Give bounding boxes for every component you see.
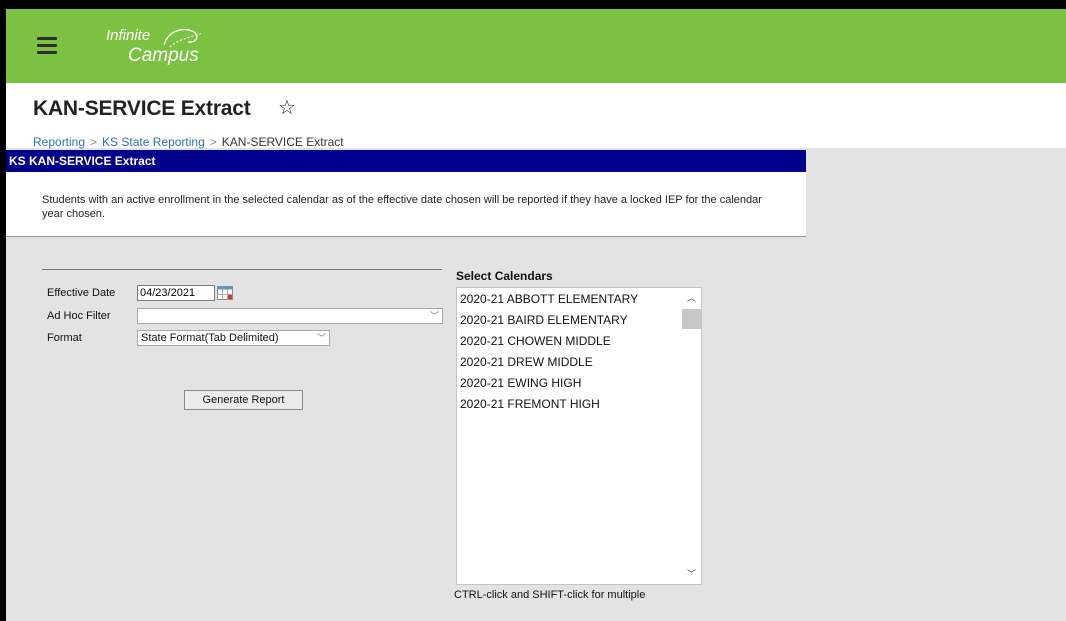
infinite-campus-logo[interactable]: Infinite Campus (106, 21, 216, 71)
page-title: KAN-SERVICE Extract (33, 97, 251, 120)
calendar-icon[interactable] (217, 286, 233, 300)
calendar-option[interactable]: 2020-21 CHOWEN MIDDLE (460, 334, 638, 355)
effective-date-label: Effective Date (47, 287, 116, 299)
select-calendars-label: Select Calendars (456, 269, 553, 283)
chevron-down-icon: ﹀ (316, 333, 326, 343)
calendar-option[interactable]: 2020-21 EWING HIGH (460, 376, 638, 397)
scroll-down-icon[interactable]: ﹀ (687, 567, 696, 580)
scroll-thumb[interactable] (682, 309, 701, 329)
multi-select-hint: CTRL-click and SHIFT-click for multiple (454, 589, 646, 601)
effective-date-input[interactable]: 04/23/2021 (137, 285, 215, 301)
breadcrumb-reporting[interactable]: Reporting (33, 135, 85, 149)
panel-description: Students with an active enrollment in th… (6, 172, 806, 237)
calendar-option[interactable]: 2020-21 DREW MIDDLE (460, 355, 638, 376)
star-icon[interactable]: ☆ (278, 95, 296, 120)
breadcrumb-current: KAN-SERVICE Extract (221, 135, 344, 149)
panel-header: KS KAN-SERVICE Extract (6, 150, 806, 172)
hamburger-menu-icon[interactable] (37, 37, 57, 54)
top-navigation-bar: Infinite Campus (6, 9, 1066, 83)
chevron-down-icon: ﹀ (429, 311, 439, 321)
app-window: Infinite Campus KAN-SERVICE Extract ☆ Re… (6, 9, 1066, 621)
format-select[interactable]: State Format(Tab Delimited) ﹀ (137, 330, 330, 346)
form-divider (42, 269, 442, 270)
breadcrumb: Reporting > KS State Reporting > KAN-SERVICE… (33, 135, 344, 149)
logo-line1: Infinite (106, 27, 151, 44)
calendar-option[interactable]: 2020-21 BAIRD ELEMENTARY (460, 313, 638, 334)
format-label: Format (47, 332, 82, 344)
generate-report-button[interactable]: Generate Report (184, 390, 303, 410)
chevron-right-icon: > (209, 135, 217, 149)
breadcrumb-ks-state-reporting[interactable]: KS State Reporting (102, 135, 205, 149)
calendar-listbox[interactable]: 2020-21 ABBOTT ELEMENTARY 2020-21 BAIRD … (456, 287, 702, 585)
ad-hoc-filter-select[interactable]: ﹀ (137, 308, 443, 324)
logo-swoosh-icon (163, 28, 203, 48)
format-value: State Format(Tab Delimited) (141, 332, 279, 344)
calendar-option[interactable]: 2020-21 ABBOTT ELEMENTARY (460, 292, 638, 313)
calendar-option[interactable]: 2020-21 FREMONT HIGH (460, 397, 638, 418)
ad-hoc-filter-label: Ad Hoc Filter (47, 310, 111, 322)
listbox-scrollbar[interactable]: ︿ ﹀ (682, 288, 701, 584)
page-header: KAN-SERVICE Extract ☆ Reporting > KS State… (6, 83, 1066, 149)
scroll-up-icon[interactable]: ︿ (687, 291, 696, 304)
chevron-right-icon: > (90, 135, 98, 149)
